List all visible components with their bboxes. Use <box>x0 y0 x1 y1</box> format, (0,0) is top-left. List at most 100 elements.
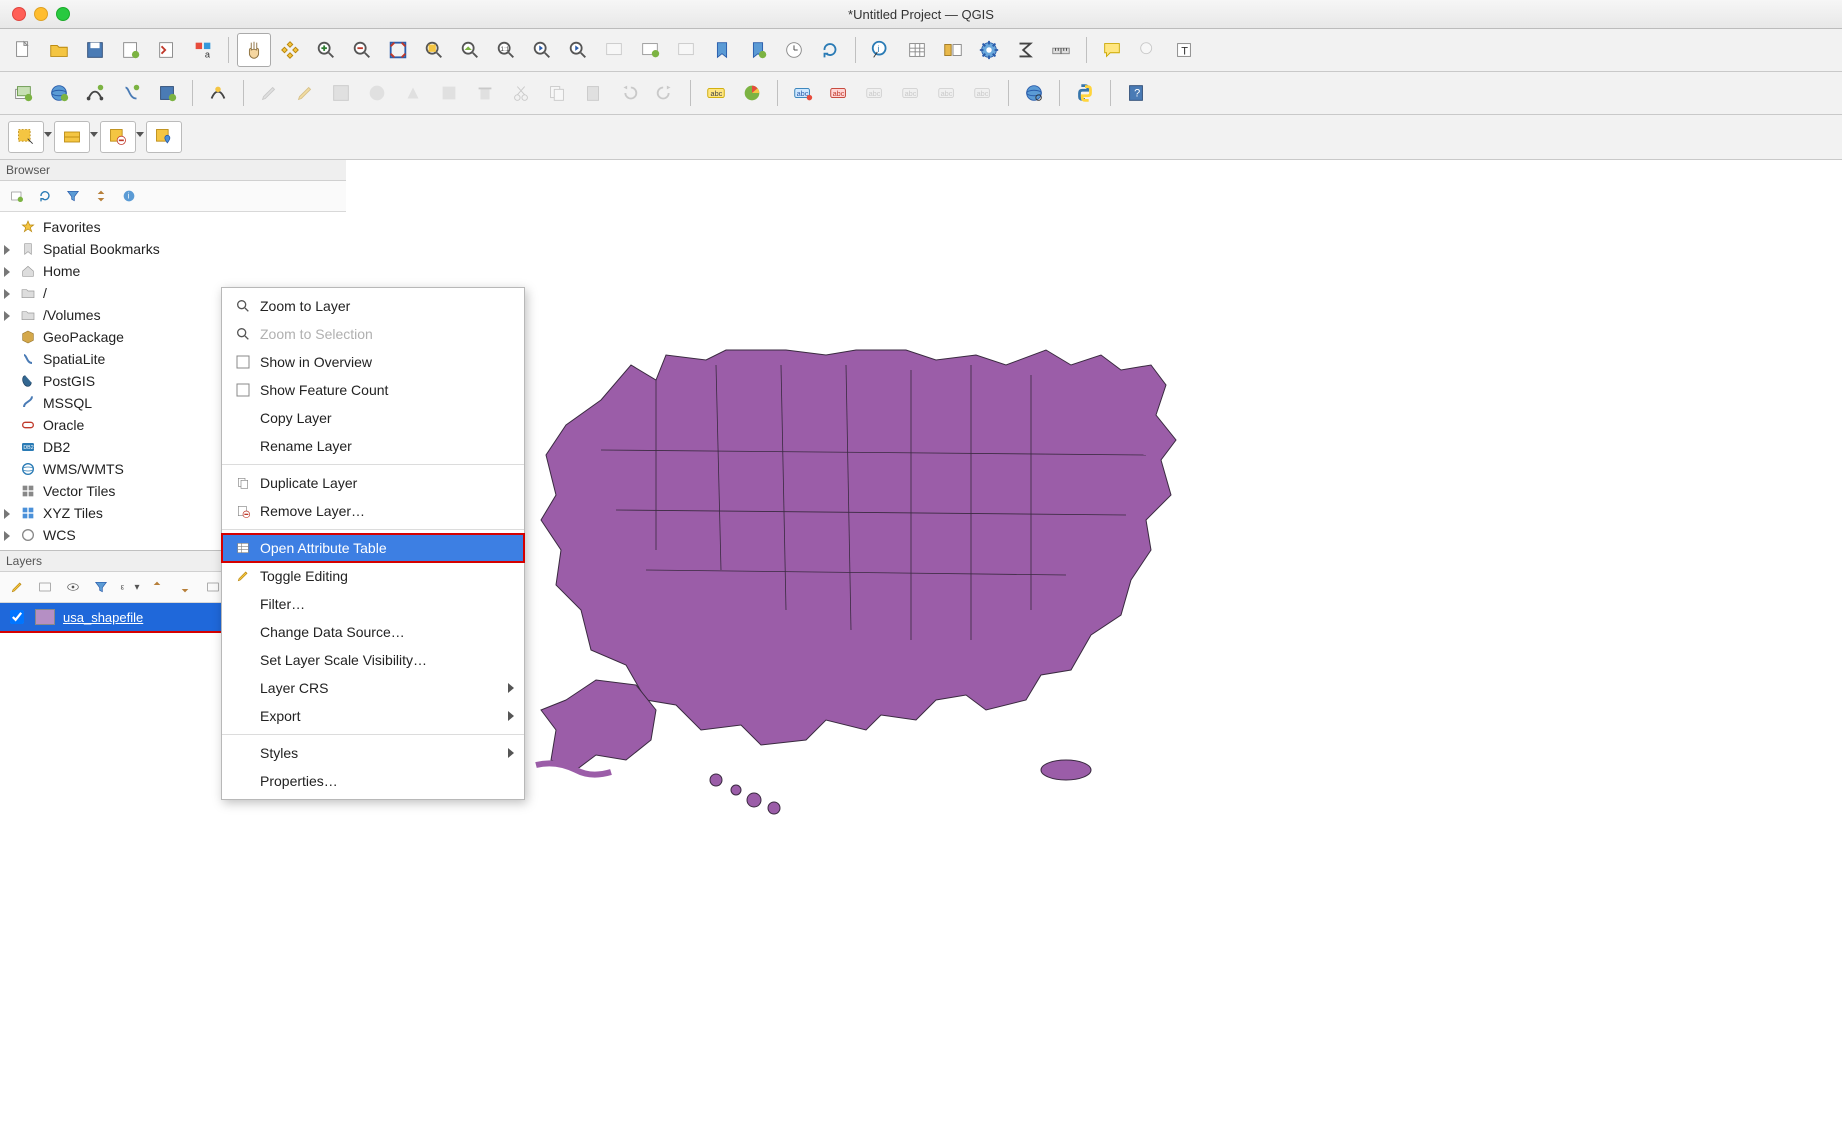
new-spatial-bookmark-button[interactable] <box>633 33 667 67</box>
menu-export[interactable]: Export <box>222 702 524 730</box>
open-attribute-table-button[interactable] <box>900 33 934 67</box>
toggle-editing-yellow-button[interactable] <box>288 76 322 110</box>
new-geopackage-button[interactable] <box>42 76 76 110</box>
select-by-value-button[interactable] <box>54 121 90 153</box>
pan-button[interactable] <box>237 33 271 67</box>
new-virtual-layer-button[interactable] <box>201 76 235 110</box>
zoom-next-button[interactable] <box>561 33 595 67</box>
collapse-all-button[interactable] <box>90 185 112 207</box>
window-zoom-button[interactable] <box>56 7 70 21</box>
browser-item-favorites[interactable]: Favorites <box>0 216 346 238</box>
python-console-button[interactable] <box>1068 76 1102 110</box>
menu-duplicate-layer[interactable]: Duplicate Layer <box>222 469 524 497</box>
highlight-pinned-labels-button[interactable]: abc <box>786 76 820 110</box>
menu-remove-layer-[interactable]: Remove Layer… <box>222 497 524 525</box>
map-canvas[interactable] <box>346 160 1842 1118</box>
move-label-button[interactable]: abc <box>894 76 928 110</box>
show-hide-labels-button[interactable]: abc <box>858 76 892 110</box>
redo-button[interactable] <box>648 76 682 110</box>
zoom-last-button[interactable] <box>525 33 559 67</box>
save-project-button[interactable] <box>78 33 112 67</box>
open-data-source-button[interactable] <box>6 76 40 110</box>
expand-arrow-icon[interactable] <box>4 531 13 540</box>
metasearch-button[interactable] <box>1017 76 1051 110</box>
menu-show-feature-count[interactable]: Show Feature Count <box>222 376 524 404</box>
open-project-button[interactable] <box>42 33 76 67</box>
zoom-full-button[interactable] <box>381 33 415 67</box>
spatial-bookmarks-new-button[interactable] <box>741 33 775 67</box>
collapse-all-layers-button[interactable] <box>174 576 196 598</box>
zoom-to-layer-button[interactable] <box>453 33 487 67</box>
temporal-controller-button[interactable] <box>669 33 703 67</box>
change-label-button[interactable]: abc <box>966 76 1000 110</box>
processing-toolbox-button[interactable] <box>972 33 1006 67</box>
menu-styles[interactable]: Styles <box>222 739 524 767</box>
window-close-button[interactable] <box>12 7 26 21</box>
menu-filter-[interactable]: Filter… <box>222 590 524 618</box>
refresh-button[interactable] <box>813 33 847 67</box>
layer-labeling-button[interactable]: abc <box>699 76 733 110</box>
menu-layer-crs[interactable]: Layer CRS <box>222 674 524 702</box>
statistics-button[interactable] <box>1008 33 1042 67</box>
refresh-browser-button[interactable] <box>34 185 56 207</box>
pin-label-button[interactable]: abc <box>822 76 856 110</box>
field-calculator-button[interactable] <box>936 33 970 67</box>
menu-zoom-to-layer[interactable]: Zoom to Layer <box>222 292 524 320</box>
deselect-all-button[interactable] <box>100 121 136 153</box>
new-project-button[interactable] <box>6 33 40 67</box>
zoom-out-button[interactable] <box>345 33 379 67</box>
add-feature-button[interactable] <box>360 76 394 110</box>
paste-button[interactable] <box>576 76 610 110</box>
expand-arrow-icon[interactable] <box>4 245 13 254</box>
layer-context-menu[interactable]: Zoom to LayerZoom to SelectionShow in Ov… <box>221 287 525 800</box>
new-annotation-button[interactable] <box>1131 33 1165 67</box>
help-button[interactable]: ? <box>1119 76 1153 110</box>
map-tips-button[interactable] <box>1095 33 1129 67</box>
new-print-layout-button[interactable] <box>114 33 148 67</box>
style-manager-button[interactable]: a <box>186 33 220 67</box>
manage-layer-visibility-button[interactable] <box>62 576 84 598</box>
window-minimize-button[interactable] <box>34 7 48 21</box>
zoom-to-selection-button[interactable] <box>417 33 451 67</box>
undo-button[interactable] <box>612 76 646 110</box>
toggle-editing-button[interactable] <box>252 76 286 110</box>
select-by-location-button[interactable] <box>146 121 182 153</box>
identify-button[interactable]: i <box>864 33 898 67</box>
new-spatialite-button[interactable] <box>114 76 148 110</box>
open-layer-styling-button[interactable] <box>6 576 28 598</box>
expand-arrow-icon[interactable] <box>4 267 13 276</box>
browser-item-spatial-bookmarks[interactable]: Spatial Bookmarks <box>0 238 346 260</box>
menu-properties-[interactable]: Properties… <box>222 767 524 795</box>
expand-arrow-icon[interactable] <box>4 289 13 298</box>
menu-toggle-editing[interactable]: Toggle Editing <box>222 562 524 590</box>
enable-properties-button[interactable]: i <box>118 185 140 207</box>
menu-show-in-overview[interactable]: Show in Overview <box>222 348 524 376</box>
menu-change-data-source-[interactable]: Change Data Source… <box>222 618 524 646</box>
expand-arrow-icon[interactable] <box>4 509 13 518</box>
add-group-button[interactable] <box>34 576 56 598</box>
modify-attributes-button[interactable] <box>432 76 466 110</box>
delete-selected-button[interactable] <box>468 76 502 110</box>
select-features-button[interactable] <box>8 121 44 153</box>
filter-by-expression-2-button[interactable]: ε▾ <box>118 576 140 598</box>
layer-diagram-button[interactable] <box>735 76 769 110</box>
new-shapefile-button[interactable] <box>78 76 112 110</box>
expand-all-button[interactable] <box>146 576 168 598</box>
new-temporary-layer-button[interactable] <box>150 76 184 110</box>
measure-button[interactable] <box>1044 33 1078 67</box>
add-selected-layer-button[interactable] <box>6 185 28 207</box>
pan-to-selection-button[interactable] <box>273 33 307 67</box>
save-edits-button[interactable] <box>324 76 358 110</box>
spatial-bookmarks-button[interactable] <box>705 33 739 67</box>
rotate-label-button[interactable]: abc <box>930 76 964 110</box>
filter-browser-button[interactable] <box>62 185 84 207</box>
new-map-view-button[interactable] <box>597 33 631 67</box>
browser-item-home[interactable]: Home <box>0 260 346 282</box>
zoom-native-button[interactable]: 1:1 <box>489 33 523 67</box>
zoom-in-button[interactable] <box>309 33 343 67</box>
menu-copy-layer[interactable]: Copy Layer <box>222 404 524 432</box>
layer-visibility-checkbox[interactable] <box>10 610 24 624</box>
text-annotation-button[interactable]: T <box>1167 33 1201 67</box>
cut-button[interactable] <box>504 76 538 110</box>
expand-arrow-icon[interactable] <box>4 311 13 320</box>
